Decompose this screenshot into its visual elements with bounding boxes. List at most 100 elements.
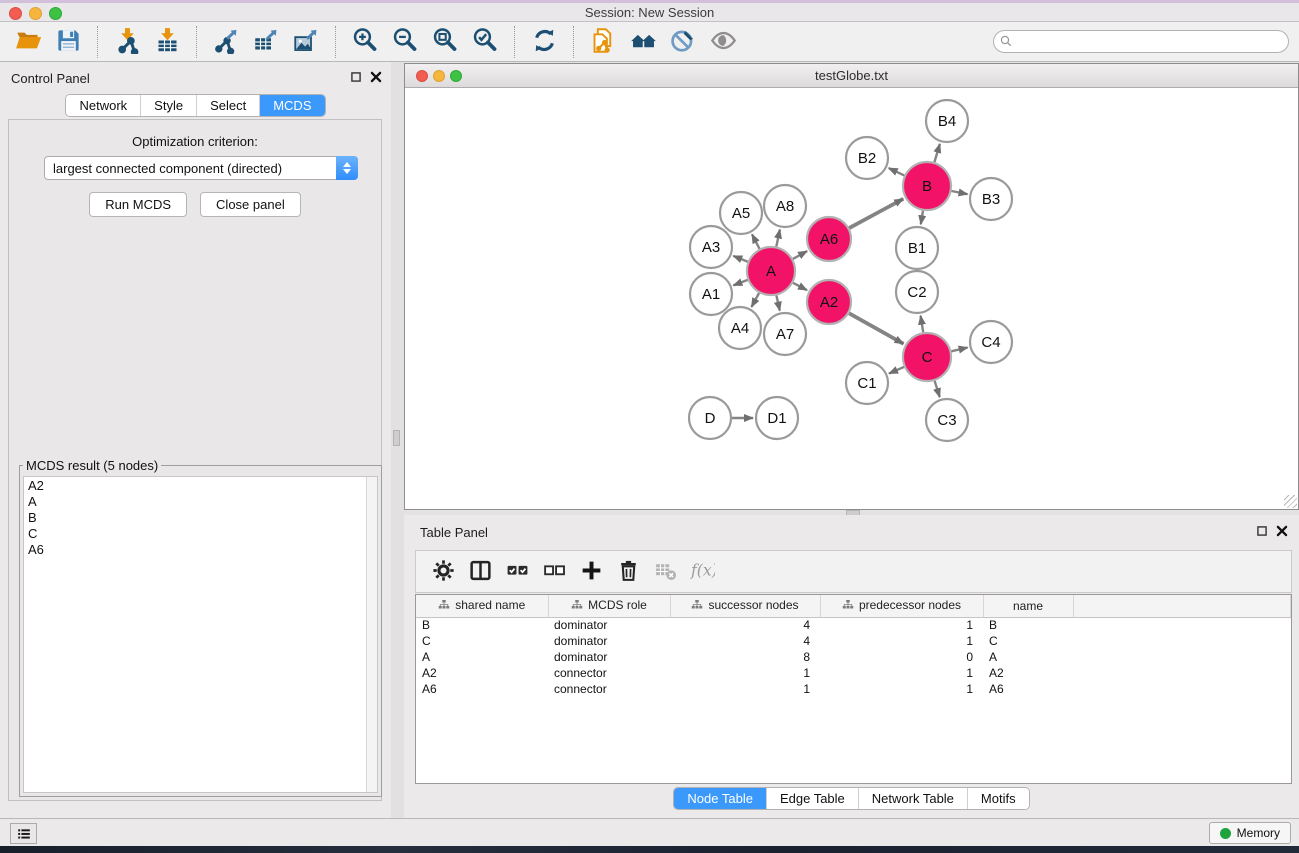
toolbar-button-zoom-out[interactable] [385,25,425,59]
close-panel-button[interactable] [369,70,383,84]
node-C2[interactable]: C2 [896,271,938,313]
tab-network[interactable]: Network [66,95,140,116]
cell-name[interactable]: A2 [983,665,1073,681]
toolbar-button-houses[interactable] [623,25,663,59]
node-D[interactable]: D [689,397,731,439]
memory-button[interactable]: Memory [1209,822,1291,844]
table-row[interactable]: A2connector11A2 [416,665,1291,681]
cell-successor-nodes[interactable]: 4 [670,633,820,649]
toolbar-button-zoom-in[interactable] [345,25,385,59]
cell-shared-name[interactable]: A2 [416,665,548,681]
close-table-panel-button[interactable] [1275,524,1289,538]
edge-A-A2[interactable] [793,283,807,290]
node-A[interactable]: A [747,247,795,295]
column-header-predecessor-nodes[interactable]: predecessor nodes [820,595,983,617]
mcds-result-item[interactable]: C [28,526,362,542]
node-B1[interactable]: B1 [896,227,938,269]
edge-A-A5[interactable] [752,234,760,249]
mcds-result-item[interactable]: B [28,510,362,526]
toolbar-button-zoom-selected[interactable] [465,25,505,59]
cell-shared-name[interactable]: C [416,633,548,649]
node-A1[interactable]: A1 [690,273,732,315]
panel-divider-vertical[interactable] [391,62,404,818]
table-tab-node-table[interactable]: Node Table [674,788,766,809]
table-tab-motifs[interactable]: Motifs [967,788,1029,809]
cell-name[interactable]: B [983,617,1073,633]
divider-grip[interactable] [393,430,400,446]
column-header-MCDS-role[interactable]: MCDS role [548,595,670,617]
cell-MCDS-role[interactable]: connector [548,681,670,697]
node-A2[interactable]: A2 [807,280,851,324]
node-A8[interactable]: A8 [764,185,806,227]
toolbar-button-import-table[interactable] [147,25,187,59]
cell-MCDS-role[interactable]: dominator [548,633,670,649]
cell-shared-name[interactable]: B [416,617,548,633]
edge-A-A6[interactable] [793,251,807,259]
mcds-result-item[interactable]: A [28,494,362,510]
node-C3[interactable]: C3 [926,399,968,441]
close-panel-action-button[interactable]: Close panel [200,192,301,217]
node-table[interactable]: shared nameMCDS rolesuccessor nodesprede… [415,594,1292,784]
node-C[interactable]: C [903,333,951,381]
mcds-result-list[interactable]: A2ABCA6 [24,477,366,792]
cell-successor-nodes[interactable]: 1 [670,681,820,697]
edge-C-C3[interactable] [935,381,940,397]
toolbar-button-import-network[interactable] [107,25,147,59]
search-input[interactable] [1015,33,1288,51]
table-toolbar-split-columns-button[interactable] [462,553,499,590]
toolbar-button-save[interactable] [48,25,88,59]
node-B[interactable]: B [903,162,951,210]
edge-B-B2[interactable] [889,168,905,175]
edge-A-A3[interactable] [733,256,748,262]
table-toolbar-add-column-button[interactable] [573,553,610,590]
toolbar-button-export-table[interactable] [246,25,286,59]
network-canvas[interactable]: B4B2BB3A8A5A6A3B1AC2A1A2A4A7C4CC1C3DD1 [405,89,1298,509]
table-toolbar-gear-button[interactable] [425,553,462,590]
float-table-panel-button[interactable] [1255,524,1269,538]
tab-style[interactable]: Style [140,95,196,116]
mcds-result-item[interactable]: A2 [28,478,362,494]
edge-B-B3[interactable] [952,191,968,194]
table-tab-network-table[interactable]: Network Table [858,788,967,809]
cell-predecessor-nodes[interactable]: 1 [820,633,983,649]
window-resize-grip[interactable] [1284,495,1297,508]
cell-predecessor-nodes[interactable]: 1 [820,617,983,633]
node-C1[interactable]: C1 [846,362,888,404]
node-A5[interactable]: A5 [720,192,762,234]
mcds-result-item[interactable]: A6 [28,542,362,558]
toolbar-button-zoom-fit[interactable] [425,25,465,59]
table-tab-edge-table[interactable]: Edge Table [766,788,858,809]
node-B3[interactable]: B3 [970,178,1012,220]
toolbar-button-export-image[interactable] [286,25,326,59]
table-row[interactable]: Bdominator41B [416,617,1291,633]
node-C4[interactable]: C4 [970,321,1012,363]
toolbar-button-eye[interactable] [703,25,743,59]
optimization-criterion-dropdown[interactable]: largest connected component (directed) [44,156,358,180]
table-toolbar-delete-column-button[interactable] [610,553,647,590]
table-row[interactable]: A6connector11A6 [416,681,1291,697]
tab-mcds[interactable]: MCDS [259,95,324,116]
toolbar-button-open-folder[interactable] [8,25,48,59]
edge-C-C4[interactable] [951,348,967,352]
column-header-shared-name[interactable]: shared name [416,595,548,617]
toolbar-button-refresh-layout[interactable] [524,25,564,59]
cell-name[interactable]: A6 [983,681,1073,697]
edge-C-C2[interactable] [921,316,924,333]
tab-select[interactable]: Select [196,95,259,116]
table-row[interactable]: Cdominator41C [416,633,1291,649]
column-header-name[interactable]: name [983,595,1073,617]
edge-B-B4[interactable] [934,144,940,162]
cell-MCDS-role[interactable]: dominator [548,649,670,665]
edge-A6-B[interactable] [849,199,903,228]
cell-MCDS-role[interactable]: connector [548,665,670,681]
node-B2[interactable]: B2 [846,137,888,179]
cell-successor-nodes[interactable]: 1 [670,665,820,681]
cell-predecessor-nodes[interactable]: 0 [820,649,983,665]
cell-shared-name[interactable]: A6 [416,681,548,697]
mcds-list-scrollbar[interactable] [366,477,377,792]
search-box[interactable] [993,30,1289,53]
toolbar-button-export-network[interactable] [206,25,246,59]
edge-A-A8[interactable] [776,230,780,247]
show-panels-list-button[interactable] [10,823,37,844]
cell-name[interactable]: A [983,649,1073,665]
